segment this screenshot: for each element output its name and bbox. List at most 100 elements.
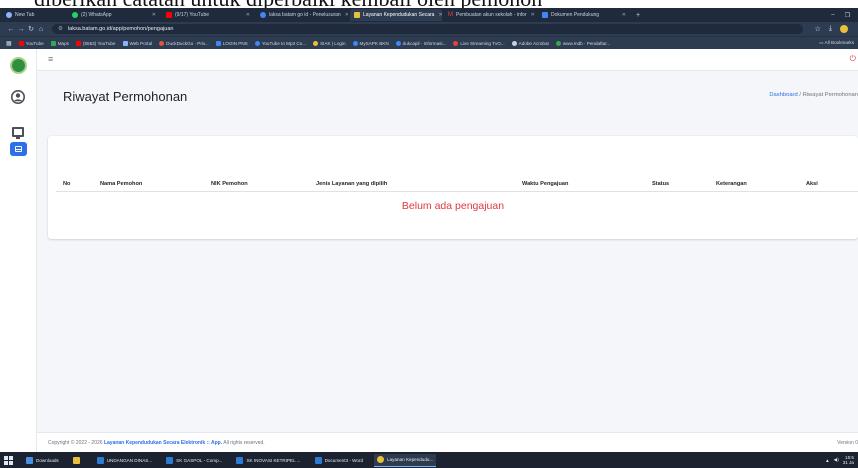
bookmark-item[interactable]: LOGIN PNS: [215, 40, 248, 46]
reload-icon[interactable]: ↻: [26, 25, 36, 33]
bookmark-item[interactable]: SIAK | Login: [313, 40, 346, 46]
tab-whatsapp[interactable]: (2) WhatsApp ✕: [68, 9, 160, 21]
bookmark-label: MySAPK BKN: [359, 40, 389, 46]
taskbar-label: UNDANGAN DINAS...: [106, 457, 153, 463]
taskbar-item-undangan[interactable]: UNDANGAN DINAS...: [94, 454, 155, 467]
site-favicon-icon: [354, 12, 360, 18]
bookmark-item[interactable]: YouTube: [18, 40, 44, 46]
close-tab-icon[interactable]: ✕: [618, 12, 626, 18]
taskbar-item-downloads[interactable]: Downloads: [23, 454, 62, 467]
windows-start-icon[interactable]: [4, 455, 13, 465]
converter-icon: [254, 40, 260, 46]
bookmark-item[interactable]: Live Streaming TvO...: [453, 40, 505, 46]
breadcrumb-current: Riwayat Permohonan: [802, 92, 858, 98]
bookmark-star-icon[interactable]: ☆: [815, 25, 821, 33]
bookmark-item[interactable]: (5553) YouTube: [75, 40, 116, 46]
word-icon: [96, 456, 104, 464]
bookmark-label: Maps: [57, 40, 69, 46]
youtube-icon: [166, 12, 172, 18]
back-arrow-icon[interactable]: ←: [6, 26, 16, 33]
new-tab-button[interactable]: +: [636, 12, 640, 19]
url-text: laksa.batam.go.id/app/pemohon/pengajuan: [67, 26, 174, 32]
bookmark-item[interactable]: Web Portal: [122, 40, 152, 46]
gmail-icon: M: [448, 12, 453, 18]
acrobat-icon: [511, 40, 517, 46]
bookmark-item[interactable]: Adobe Acrobat: [511, 40, 549, 46]
breadcrumb-dashboard-link[interactable]: Dashboard: [769, 92, 797, 98]
minimize-button[interactable]: –: [831, 12, 834, 19]
tab-layanan-kependudukan[interactable]: Layanan Kependudukan Secara ✕: [350, 9, 442, 21]
app-logo[interactable]: [10, 57, 27, 74]
caption-strip: diberikan catatan untuk diperbaiki kemba…: [0, 0, 858, 8]
taskbar-item-document3[interactable]: Document3 - Word: [312, 454, 366, 467]
page-title: Riwayat Permohonan: [63, 89, 188, 104]
hamburger-menu-icon[interactable]: ≡: [48, 54, 53, 64]
taskbar-item-sk-inovasi[interactable]: SK INOVASI KETRIPEL ...: [233, 454, 303, 467]
forward-arrow-icon[interactable]: →: [16, 26, 26, 33]
close-tab-icon[interactable]: ✕: [148, 12, 156, 18]
taskbar-item-chrome[interactable]: Layanan Kependudu...: [374, 453, 437, 467]
all-bookmarks-button[interactable]: ▭ All Bookmarks: [819, 40, 858, 46]
copyright-suffix: All rights reserved.: [222, 440, 265, 446]
bookmark-label: LOGIN PNS: [222, 40, 248, 46]
empty-state-message: Belum ada pengajuan: [401, 200, 505, 212]
whatsapp-icon: [72, 12, 78, 18]
download-icon[interactable]: ⤓: [829, 25, 832, 33]
tab-label: Layanan Kependudukan Secara: [363, 12, 435, 18]
bookmark-item[interactable]: Maps: [50, 40, 69, 46]
new-tab-icon: [6, 12, 12, 18]
system-tray: ▲ ◀) 15:5 31 Ja: [825, 455, 858, 465]
profile-avatar-icon[interactable]: [840, 25, 848, 33]
column-header-nama-pemohon: Nama Pemohon: [100, 181, 143, 187]
sidebar-item-riwayat-permohonan[interactable]: [10, 142, 27, 156]
taskbar-label: SK INOVASI KETRIPEL ...: [246, 457, 301, 463]
bookmarks-bar: ▦ YouTube Maps (5553) YouTube Web Portal…: [0, 36, 858, 49]
close-tab-icon[interactable]: ✕: [242, 12, 250, 18]
site-info-icon[interactable]: ⚙: [58, 26, 63, 32]
volume-icon[interactable]: ◀): [834, 457, 839, 463]
column-header-aksi: Aksi: [806, 181, 818, 187]
taskbar: Downloads UNDANGAN DINAS... SK GASPOL - …: [0, 452, 858, 468]
tab-label: Dokumen Pendukung: [551, 12, 600, 18]
bookmark-item[interactable]: www.mdb · Pendaftar...: [555, 40, 610, 46]
tab-dokumen-pendukung[interactable]: Dokumen Pendukung ✕: [538, 9, 630, 21]
tab-search[interactable]: laksa batam go id - Penelusuran ✕: [256, 9, 348, 21]
window-controls: – ❐: [831, 12, 858, 19]
footer-brand-link[interactable]: Layanan Kependudukan Secara Elektronik :…: [104, 440, 222, 446]
bookmark-item[interactable]: YouTube to Mp3 Co...: [254, 40, 306, 46]
taskbar-label: SK GASPOL - Comp...: [176, 457, 223, 463]
column-header-nik-pemohon: NIK Pemohon: [211, 181, 248, 187]
logout-icon[interactable]: ⏻: [850, 54, 856, 64]
bookmark-item[interactable]: DuckDuckGo · Priv...: [159, 40, 209, 46]
tab-pembuatan-akun[interactable]: M Pembuatan akun sekolah - infor ✕: [444, 9, 536, 21]
column-header-status: Status: [652, 181, 670, 187]
restore-button[interactable]: ❐: [845, 12, 850, 19]
submissions-card: No Nama Pemohon NIK Pemohon Jenis Layana…: [48, 136, 858, 239]
taskbar-item-explorer[interactable]: [70, 454, 86, 467]
bookmark-item[interactable]: MySAPK BKN: [352, 40, 389, 46]
close-tab-icon[interactable]: ✕: [527, 12, 535, 18]
tab-new-tab[interactable]: New Tab: [2, 9, 66, 21]
table-header: No Nama Pemohon NIK Pemohon Jenis Layana…: [48, 136, 858, 196]
tab-youtube[interactable]: (9/17) YouTube ✕: [162, 9, 254, 21]
monitor-icon[interactable]: [12, 127, 24, 139]
clock[interactable]: 15:5 31 Ja: [843, 455, 854, 465]
word-icon: [166, 456, 174, 464]
table-divider: [56, 191, 858, 192]
globe-icon: [555, 40, 561, 46]
maps-icon: [50, 40, 56, 46]
bookmark-label: (5553) YouTube: [82, 40, 116, 46]
sidebar: [0, 49, 37, 452]
close-tab-icon[interactable]: ✕: [341, 12, 348, 18]
apps-grid-icon[interactable]: ▦: [6, 40, 12, 47]
close-tab-icon[interactable]: ✕: [434, 12, 442, 18]
network-icon[interactable]: ▲: [825, 458, 830, 463]
dukcapil-icon: [395, 40, 401, 46]
home-icon[interactable]: ⌂: [36, 26, 46, 33]
portal-icon: [122, 40, 128, 46]
address-bar[interactable]: ⚙ laksa.batam.go.id/app/pemohon/pengajua…: [52, 24, 803, 34]
bookmark-item[interactable]: dukcapil · Informasi...: [395, 40, 446, 46]
taskbar-label: Downloads: [36, 457, 59, 463]
user-circle-icon[interactable]: [11, 90, 25, 104]
taskbar-item-sk-gaspol[interactable]: SK GASPOL - Comp...: [163, 454, 225, 467]
